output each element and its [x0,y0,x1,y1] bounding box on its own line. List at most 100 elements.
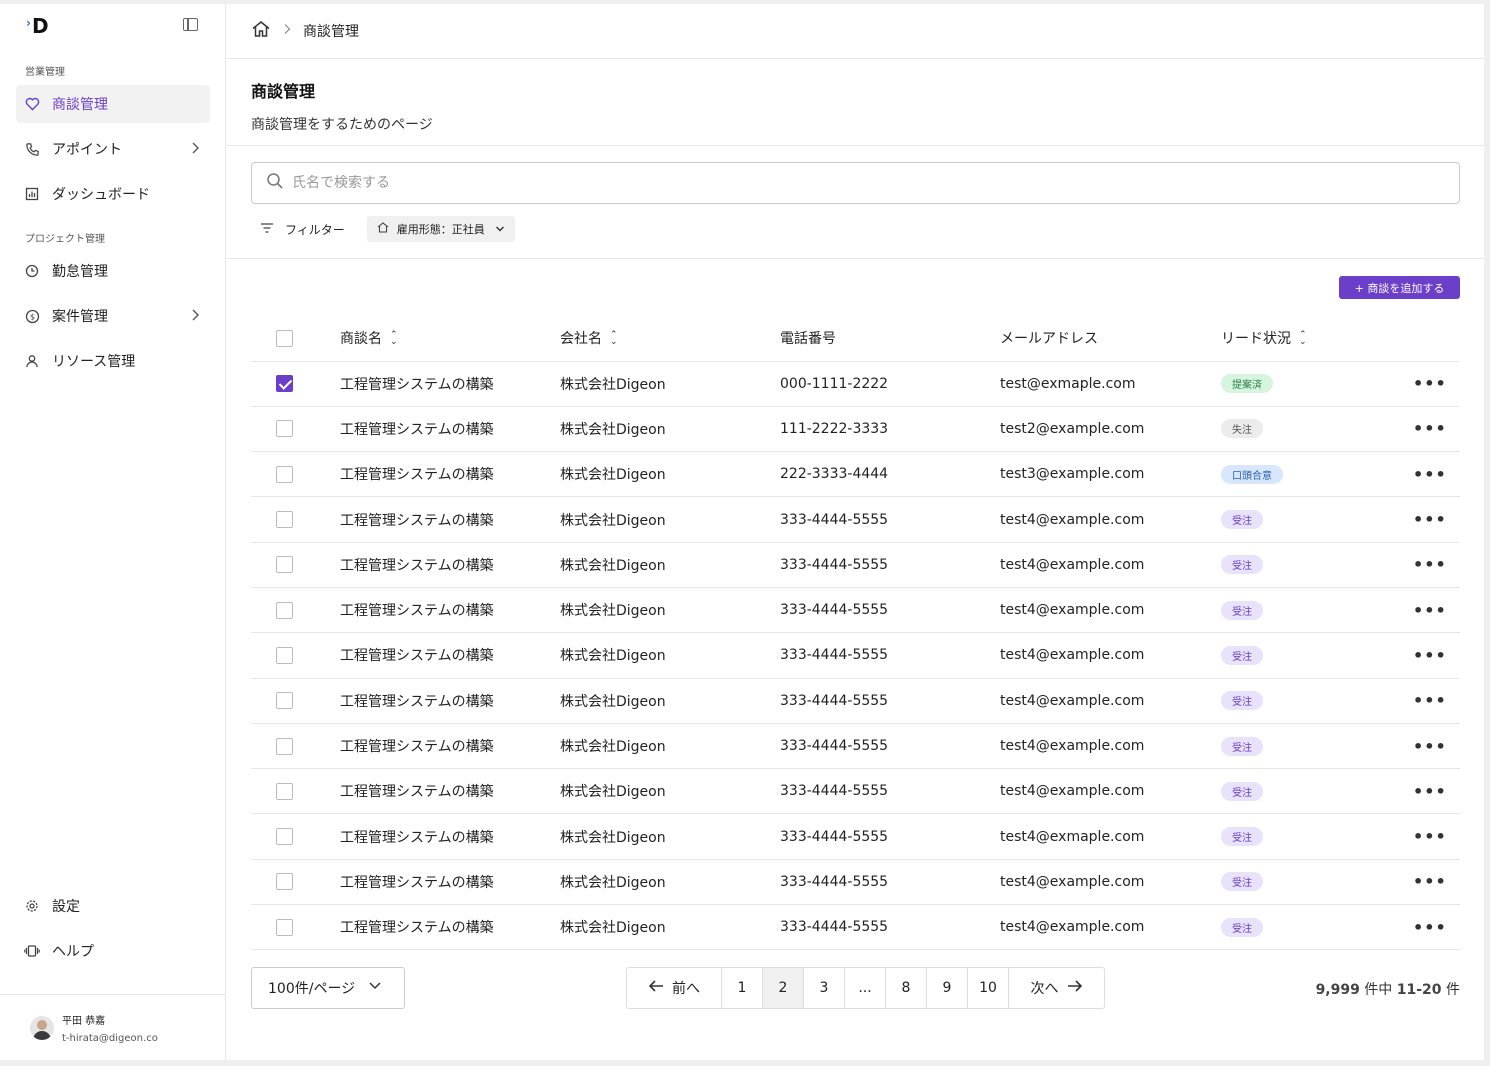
column-header-name[interactable]: 商談名 ⌃ ⌄ [340,316,560,362]
more-actions-icon[interactable]: ••• [1391,768,1460,815]
sort-icon[interactable]: ⌃ ⌄ [1299,331,1307,347]
status-badge: 受注 [1221,645,1263,665]
sidebar-item-settings[interactable]: 設定 [16,887,210,925]
status-badge: 受注 [1221,691,1263,711]
more-actions-icon[interactable]: ••• [1391,632,1460,679]
user-email: t-hirata@digeon.co [62,1032,158,1044]
sidebar-item-dashboard[interactable]: ダッシュボード [16,175,210,213]
user-profile[interactable]: 平田 恭嘉 t-hirata@digeon.co [0,994,225,1060]
table-row[interactable]: 工程管理システムの構築 株式会社Digeon 333-4444-5555 test4@… [251,723,1460,770]
result-count: 9,999 件中 11-20 件 [1315,982,1460,998]
cell-email: test4@example.com [1000,859,1221,906]
more-actions-icon[interactable]: ••• [1391,542,1460,588]
more-actions-icon[interactable]: ••• [1391,678,1460,724]
cell-deal-name: 工程管理システムの構築 [340,859,560,906]
table-row[interactable]: 工程管理システムの構築 株式会社Digeon 333-4444-5555 test4@… [251,859,1460,906]
more-actions-icon[interactable]: ••• [1391,406,1460,453]
prev-page-button[interactable]: 前へ [627,968,722,1008]
row-checkbox[interactable] [276,918,293,936]
filter-button[interactable]: フィルター [251,216,355,242]
row-checkbox[interactable] [276,737,293,755]
search-input[interactable] [292,175,892,191]
table-row[interactable]: 工程管理システムの構築 株式会社Digeon 333-4444-5555 test4@… [251,542,1460,588]
more-actions-icon[interactable]: ••• [1391,451,1460,498]
sort-icon[interactable]: ⌃ ⌄ [610,331,618,347]
more-actions-icon[interactable]: ••• [1391,361,1460,407]
sidebar-item-help[interactable]: ヘルプ [16,932,210,970]
page-button[interactable]: 9 [927,968,968,1008]
sidebar-item-deals[interactable]: 商談管理 [16,85,210,123]
cell-phone: 222-3333-4444 [780,451,1000,498]
row-checkbox[interactable] [276,692,293,710]
more-actions-icon[interactable]: ••• [1391,496,1460,543]
arrow-right-icon [1067,979,1083,997]
table-row[interactable]: 工程管理システムの構築 株式会社Digeon 333-4444-5555 test4@… [251,813,1460,860]
cell-email: test4@example.com [1000,496,1221,543]
table-row[interactable]: 工程管理システムの構築 株式会社Digeon 333-4444-5555 test4@… [251,904,1460,951]
page-button[interactable]: 2 [763,968,804,1008]
table-row[interactable]: 工程管理システムの構築 株式会社Digeon 111-2222-3333 test2@… [251,406,1460,453]
column-header-company[interactable]: 会社名 ⌃ ⌄ [560,316,780,362]
search-box[interactable] [251,162,1460,204]
status-badge: 受注 [1221,917,1263,937]
filter-label: フィルター [285,222,345,237]
row-checkbox[interactable] [276,511,293,529]
user-icon [24,353,40,369]
section-divider [226,258,1484,259]
page-button[interactable]: 1 [722,968,763,1008]
row-checkbox[interactable] [276,420,293,438]
sidebar-item-resources[interactable]: リソース管理 [16,342,210,380]
column-header-status[interactable]: リード状況 ⌃ ⌄ [1221,316,1391,362]
more-actions-icon[interactable]: ••• [1391,904,1460,951]
page-button[interactable]: 3 [804,968,845,1008]
filter-chip-employment[interactable]: 雇用形態：正社員 [366,216,515,242]
table-row[interactable]: 工程管理システムの構築 株式会社Digeon 333-4444-5555 test4@… [251,678,1460,724]
page-button[interactable]: 10 [968,968,1009,1008]
chevron-down-icon [495,223,505,236]
row-checkbox[interactable] [276,375,293,393]
more-actions-icon[interactable]: ••• [1391,723,1460,770]
sidebar-item-projects[interactable]: $ 案件管理 [16,297,210,335]
row-checkbox[interactable] [276,465,293,483]
table-row[interactable]: 工程管理システムの構築 株式会社Digeon 333-4444-5555 test4@… [251,496,1460,543]
sidebar-item-appointments[interactable]: アポイント [16,130,210,168]
table-row[interactable]: 工程管理システムの構築 株式会社Digeon 333-4444-5555 test4@… [251,632,1460,679]
table-row[interactable]: 工程管理システムの構築 株式会社Digeon 333-4444-5555 test4@… [251,768,1460,815]
row-checkbox[interactable] [276,601,293,619]
row-checkbox[interactable] [276,828,293,846]
sidebar-collapse-icon[interactable] [183,18,198,31]
select-all-checkbox[interactable] [276,329,293,347]
table-row[interactable]: 工程管理システムの構築 株式会社Digeon 000-1111-2222 test@e… [251,361,1460,407]
filter-bar: フィルター 雇用形態：正社員 [251,216,515,242]
status-badge: 受注 [1221,510,1263,530]
cell-deal-name: 工程管理システムの構築 [340,587,560,634]
cell-deal-name: 工程管理システムの構築 [340,451,560,498]
per-page-select[interactable]: 100件/ページ [251,967,405,1009]
cell-phone: 333-4444-5555 [780,813,1000,860]
cell-email: test4@example.com [1000,723,1221,770]
row-checkbox[interactable] [276,556,293,574]
app-logo[interactable]: ›D [26,14,49,38]
table-row[interactable]: 工程管理システムの構築 株式会社Digeon 222-3333-4444 test3@… [251,451,1460,498]
cell-company: 株式会社Digeon [560,632,780,679]
sidebar-item-attendance[interactable]: 勤怠管理 [16,252,210,290]
page-button[interactable]: 8 [886,968,927,1008]
table-row[interactable]: 工程管理システムの構築 株式会社Digeon 333-4444-5555 test4@… [251,587,1460,634]
more-actions-icon[interactable]: ••• [1391,587,1460,634]
cell-deal-name: 工程管理システムの構築 [340,361,560,407]
sidebar-item-label: アポイント [52,142,122,158]
next-page-button[interactable]: 次へ [1009,968,1104,1008]
add-deal-button[interactable]: + 商談を追加する [1339,276,1460,299]
cell-company: 株式会社Digeon [560,904,780,951]
row-checkbox[interactable] [276,782,293,800]
cell-email: test4@exmaple.com [1000,813,1221,860]
more-actions-icon[interactable]: ••• [1391,859,1460,906]
sort-icon[interactable]: ⌃ ⌄ [390,331,398,347]
home-icon[interactable] [251,20,271,42]
row-checkbox[interactable] [276,646,293,664]
section-label-projects: プロジェクト管理 [25,234,105,245]
cell-email: test4@example.com [1000,587,1221,634]
row-checkbox[interactable] [276,873,293,891]
sidebar-item-label: 設定 [52,899,80,915]
more-actions-icon[interactable]: ••• [1391,813,1460,860]
